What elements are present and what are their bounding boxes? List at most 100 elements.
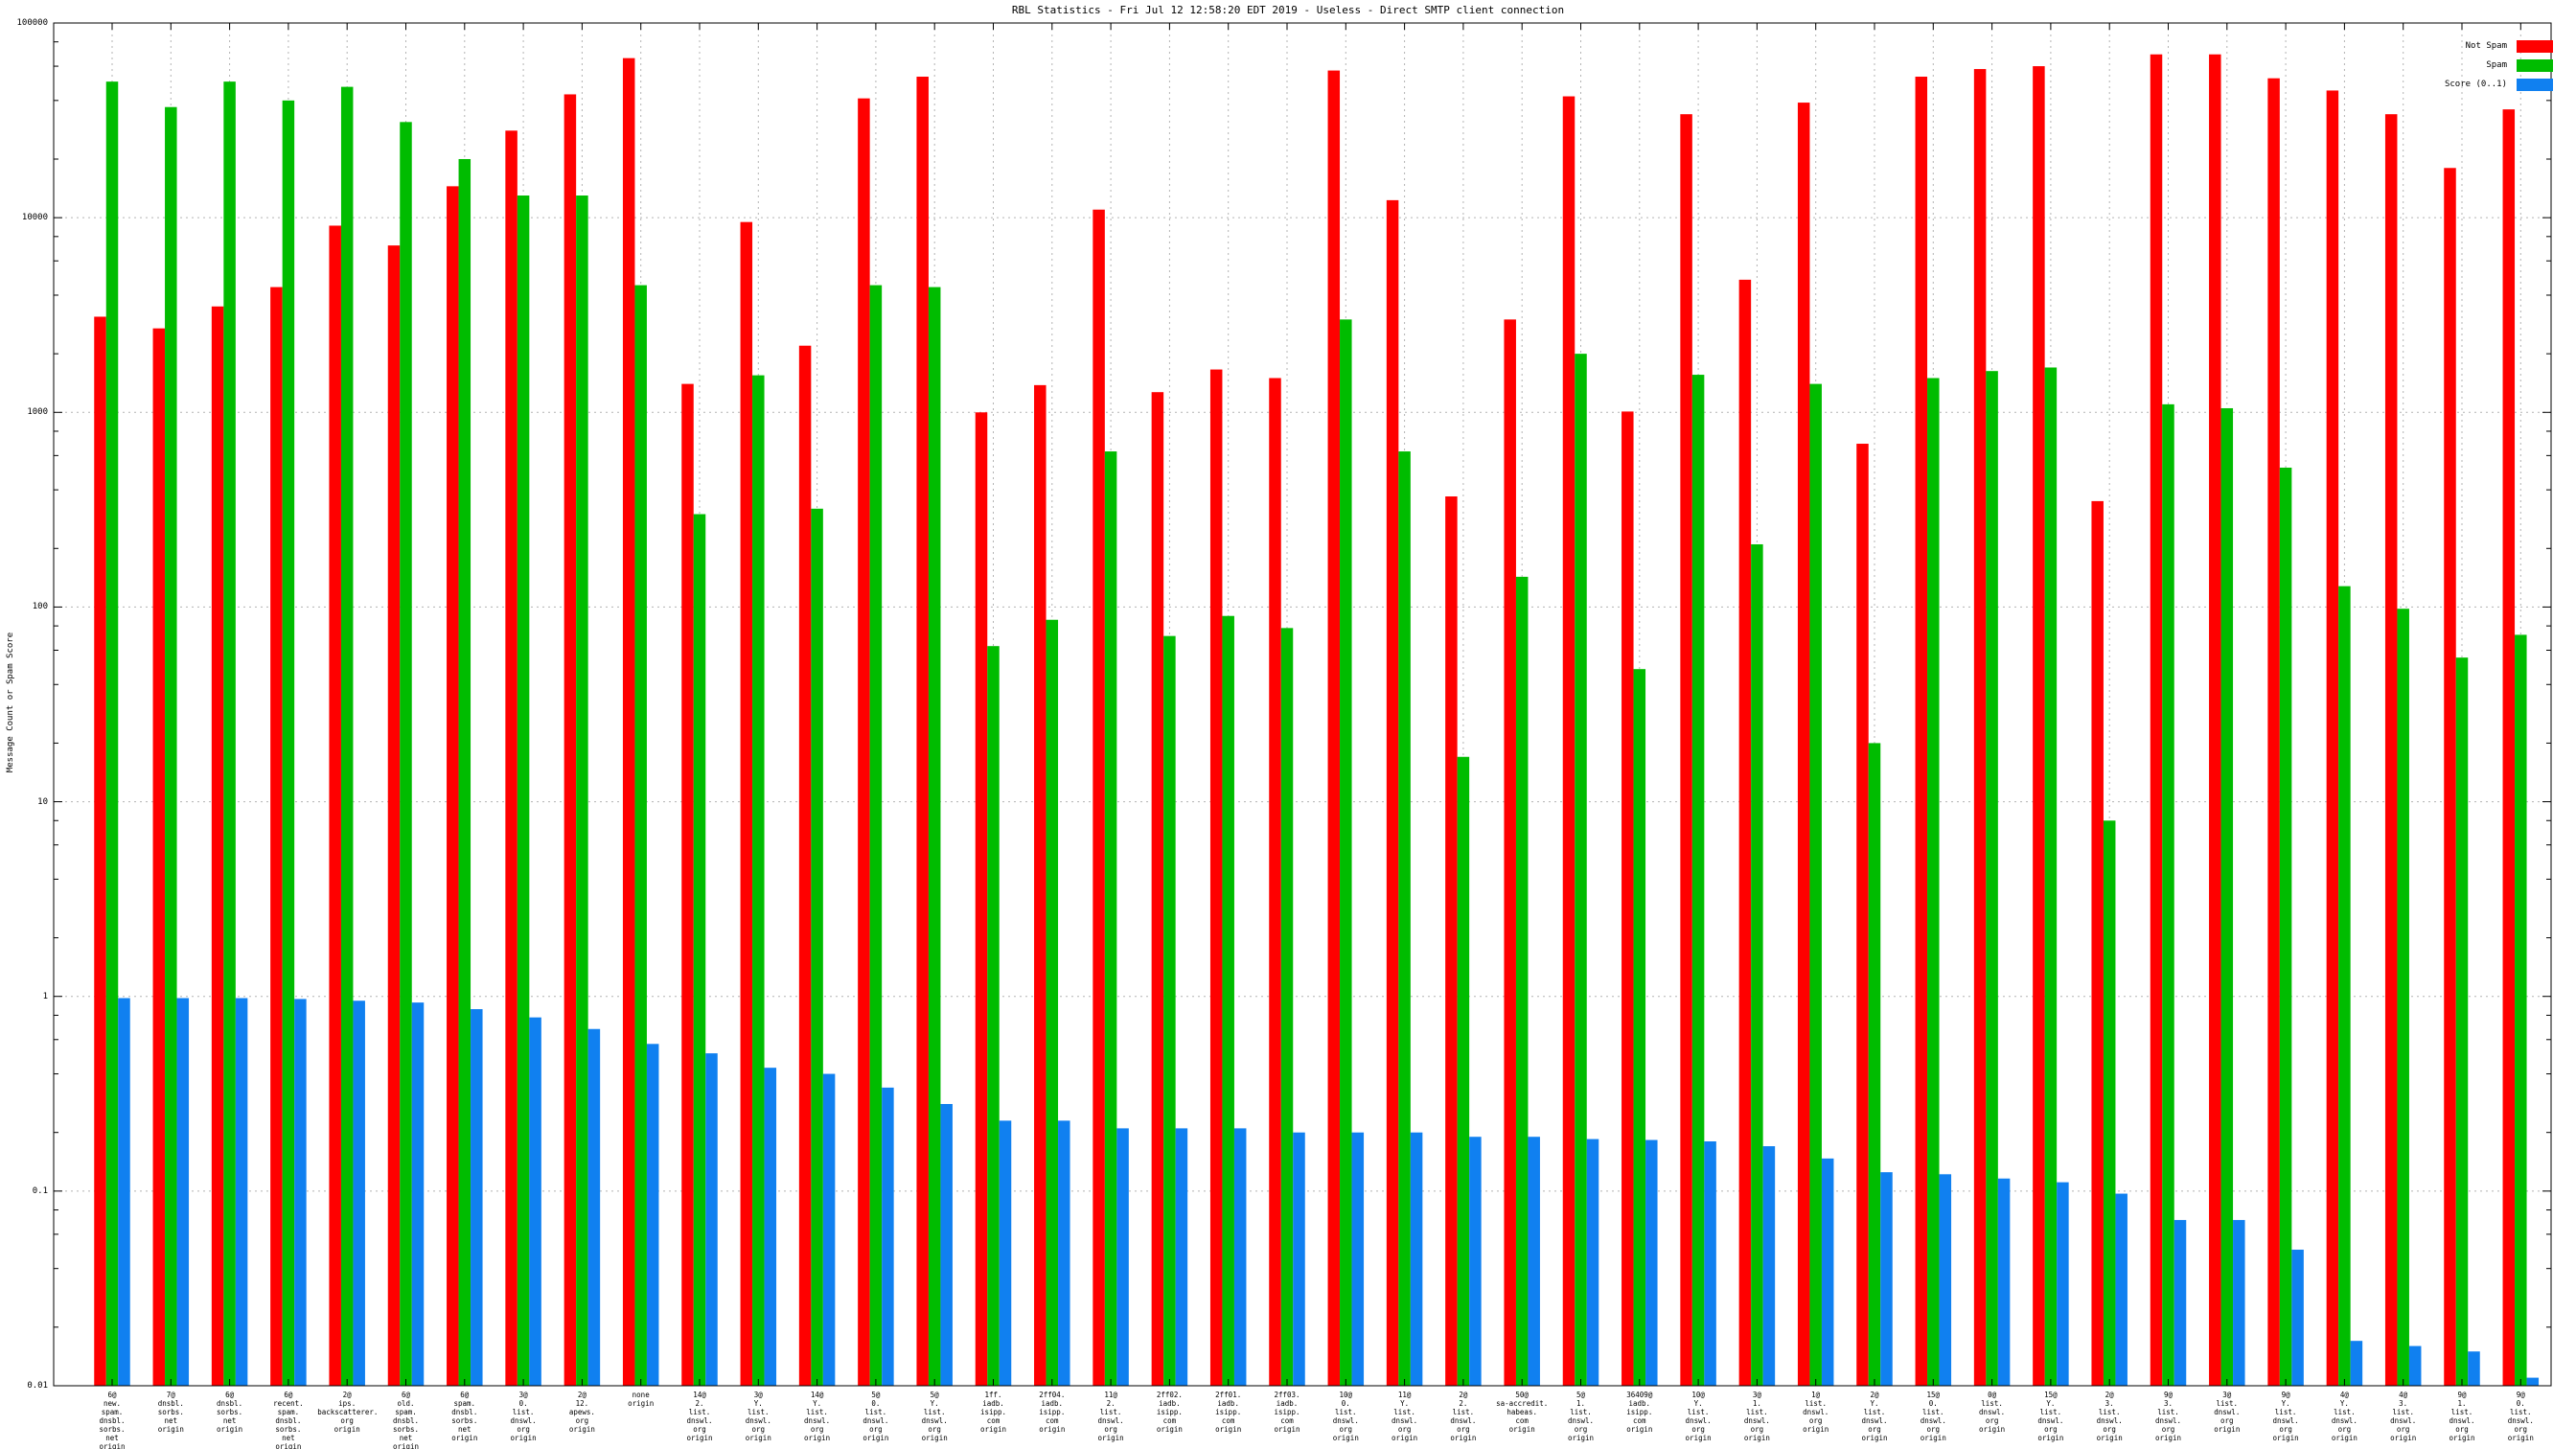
bar-not-spam-14 xyxy=(858,98,870,1387)
bar-score-0-1-8 xyxy=(529,1017,541,1386)
legend-item-score: Score (0..1) xyxy=(2281,75,2553,94)
bar-spam-38 xyxy=(2279,467,2292,1386)
x-category-label: 15@ 0. list. dnswl. org origin xyxy=(1920,1391,1946,1442)
y-tick-label: 100000 xyxy=(16,18,48,28)
bar-spam-41 xyxy=(2455,657,2469,1386)
legend-label-not-spam: Not Spam xyxy=(2465,41,2507,51)
bar-spam-19 xyxy=(1163,635,1176,1386)
bar-not-spam-37 xyxy=(2209,54,2221,1386)
bar-score-0-1-11 xyxy=(705,1053,718,1386)
bar-not-spam-2 xyxy=(152,328,166,1387)
legend-swatch-not-spam-icon xyxy=(2517,39,2553,53)
bar-spam-7 xyxy=(458,158,472,1387)
x-category-label: 0@ list. dnswl. org origin xyxy=(1979,1391,2006,1434)
bar-not-spam-1 xyxy=(94,316,106,1386)
bar-score-0-1-31 xyxy=(1880,1172,1893,1386)
bar-spam-2 xyxy=(165,106,177,1386)
bar-spam-20 xyxy=(1222,615,1234,1386)
bar-not-spam-38 xyxy=(2267,78,2280,1386)
x-category-label: 2@ 12. apews. org origin xyxy=(568,1391,595,1434)
bar-not-spam-33 xyxy=(1973,69,1987,1387)
x-category-label: 6@ new. spam. dnsbl. sorbs. net origin xyxy=(99,1391,126,1449)
bar-not-spam-9 xyxy=(564,94,577,1387)
bar-score-0-1-4 xyxy=(294,999,307,1386)
bar-spam-1 xyxy=(105,81,119,1386)
plot-area xyxy=(53,22,2552,1387)
x-category-label: 11@ Y. list. dnswl. org origin xyxy=(1392,1391,1418,1442)
legend-swatch-spam-icon xyxy=(2517,58,2553,72)
y-tick-label: 10 xyxy=(37,796,48,807)
bar-spam-21 xyxy=(1280,628,1294,1386)
bar-score-0-1-17 xyxy=(1058,1120,1070,1386)
bar-score-0-1-10 xyxy=(646,1044,659,1386)
bar-not-spam-24 xyxy=(1445,496,1458,1386)
x-category-label: 10@ 0. list. dnswl. org origin xyxy=(1332,1391,1359,1442)
bar-spam-42 xyxy=(2515,634,2527,1386)
x-category-label: 3@ Y. list. dnswl. org origin xyxy=(745,1391,771,1442)
x-category-label: 6@ spam. dnsbl. sorbs. net origin xyxy=(451,1391,478,1442)
x-category-label: 9@ 0. list. dnswl. org origin xyxy=(2507,1391,2534,1442)
x-category-label: 6@ dnsbl. sorbs. net origin xyxy=(217,1391,243,1434)
bar-spam-10 xyxy=(634,285,647,1386)
bar-spam-12 xyxy=(752,375,765,1386)
bar-spam-30 xyxy=(1809,383,1822,1387)
bar-score-0-1-40 xyxy=(2408,1346,2422,1386)
bar-score-0-1-38 xyxy=(2291,1250,2304,1386)
y-tick-label: 100 xyxy=(32,602,48,612)
x-category-label: 5@ Y. list. dnswl. org origin xyxy=(921,1391,948,1442)
bar-score-0-1-5 xyxy=(353,1000,365,1386)
bar-not-spam-15 xyxy=(916,77,929,1387)
bar-not-spam-32 xyxy=(1915,77,1928,1387)
x-category-label: 2ff03. iadb. isipp. com origin xyxy=(1274,1391,1300,1434)
bar-spam-37 xyxy=(2220,407,2234,1386)
bar-not-spam-13 xyxy=(798,345,812,1387)
bar-spam-32 xyxy=(1927,378,1940,1386)
bar-not-spam-22 xyxy=(1327,70,1341,1386)
x-category-label: 7@ dnsbl. sorbs. net origin xyxy=(157,1391,184,1434)
y-tick-label: 1 xyxy=(42,991,48,1001)
x-category-label: 2@ ips. backscatterer. org origin xyxy=(317,1391,379,1434)
x-category-label: 2@ 2. list. dnswl. org origin xyxy=(1450,1391,1477,1442)
x-category-label: 14@ 2. list. dnswl. org origin xyxy=(686,1391,713,1442)
bar-score-0-1-7 xyxy=(471,1009,483,1386)
bar-score-0-1-32 xyxy=(1939,1174,1952,1386)
bar-score-0-1-33 xyxy=(1997,1178,2011,1386)
x-category-label: 9@ 3. list. dnswl. org origin xyxy=(2154,1391,2182,1442)
x-category-label: 2@ 3. list. dnswl. org origin xyxy=(2096,1391,2123,1442)
bar-score-0-1-39 xyxy=(2350,1341,2363,1386)
bar-spam-17 xyxy=(1046,619,1059,1386)
bar-score-0-1-27 xyxy=(1645,1139,1658,1386)
bar-not-spam-7 xyxy=(447,186,459,1387)
bar-score-0-1-21 xyxy=(1293,1132,1305,1386)
bar-not-spam-26 xyxy=(1562,96,1576,1387)
bar-score-0-1-26 xyxy=(1586,1138,1599,1386)
bar-spam-18 xyxy=(1104,451,1117,1387)
bar-spam-24 xyxy=(1457,756,1470,1386)
bar-spam-39 xyxy=(2338,586,2351,1386)
bar-spam-16 xyxy=(987,646,1000,1386)
bar-spam-5 xyxy=(340,86,354,1387)
x-category-label: 9@ Y. list. dnswl. org origin xyxy=(2272,1391,2299,1442)
bar-score-0-1-25 xyxy=(1528,1137,1540,1386)
bar-spam-14 xyxy=(869,285,883,1386)
bar-score-0-1-9 xyxy=(587,1028,601,1386)
bar-spam-28 xyxy=(1691,375,1705,1386)
bar-score-0-1-23 xyxy=(1410,1132,1423,1386)
bar-score-0-1-20 xyxy=(1233,1128,1247,1386)
bar-not-spam-29 xyxy=(1738,279,1752,1386)
legend-label-score: Score (0..1) xyxy=(2444,80,2507,89)
bar-not-spam-35 xyxy=(2091,500,2104,1386)
bar-not-spam-5 xyxy=(329,225,341,1387)
bar-score-0-1-24 xyxy=(1469,1137,1482,1386)
bar-spam-26 xyxy=(1575,354,1587,1387)
x-category-label: 1@ list. dnswl. org origin xyxy=(1803,1391,1829,1434)
bar-not-spam-30 xyxy=(1797,103,1810,1387)
x-category-label: 36409@ iadb. isipp. com origin xyxy=(1626,1391,1653,1434)
bar-score-0-1-13 xyxy=(822,1073,836,1386)
bar-score-0-1-22 xyxy=(1351,1132,1365,1386)
bar-spam-3 xyxy=(223,81,236,1386)
bar-score-0-1-1 xyxy=(118,998,130,1386)
bar-not-spam-18 xyxy=(1092,209,1105,1386)
bar-score-0-1-41 xyxy=(2468,1351,2480,1386)
bar-not-spam-31 xyxy=(1856,444,1869,1387)
